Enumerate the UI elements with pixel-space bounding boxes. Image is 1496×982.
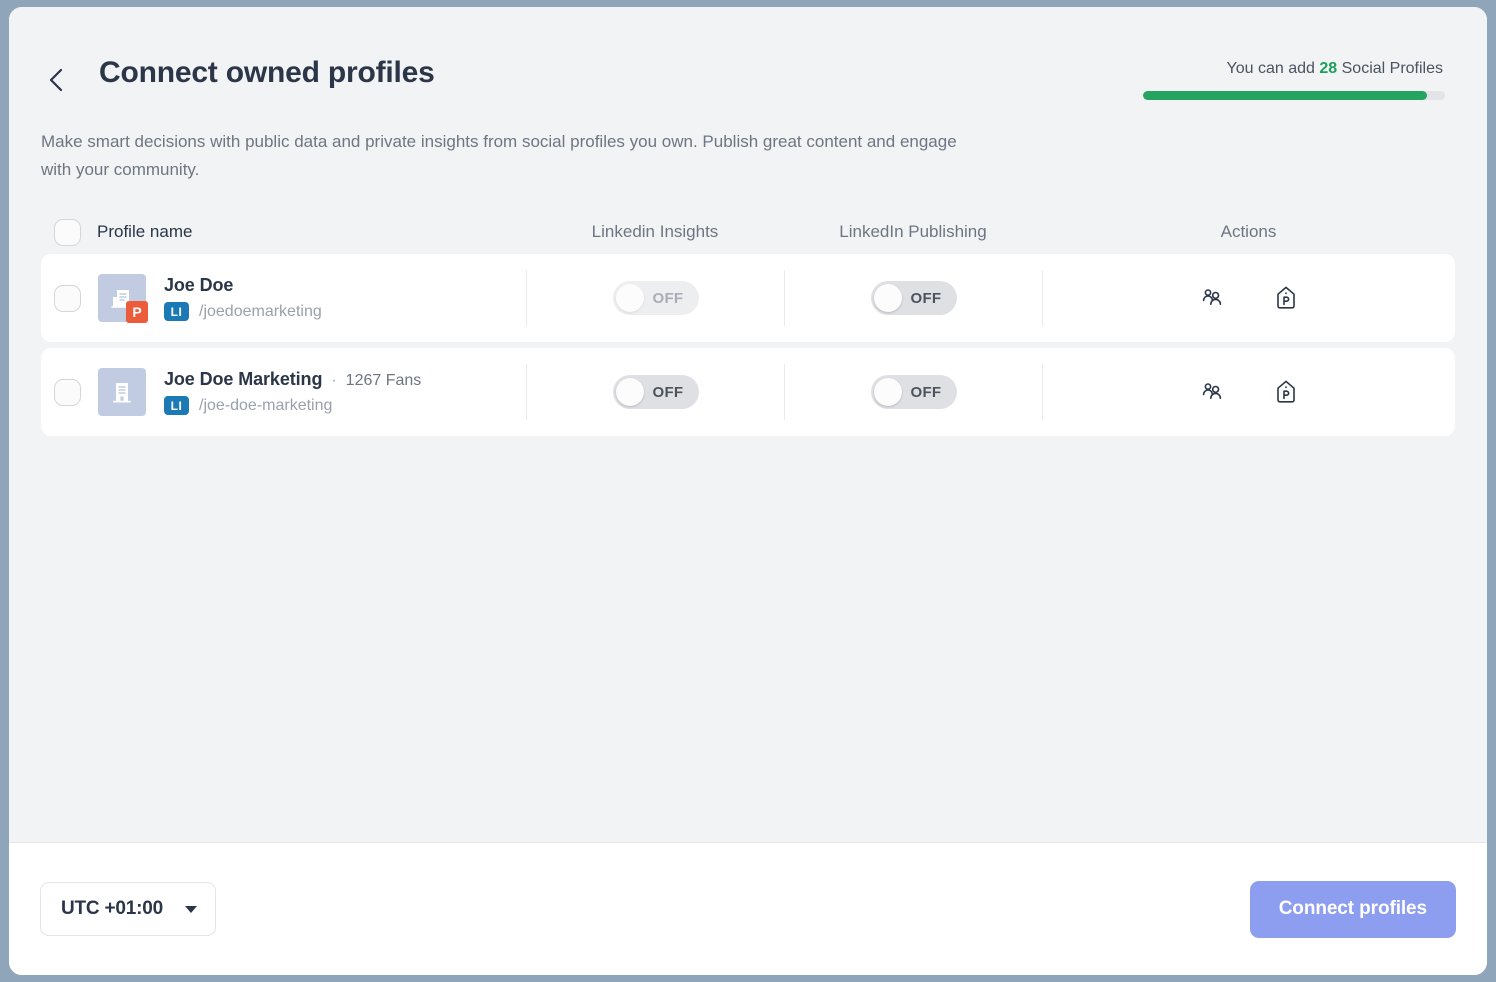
publishing-toggle[interactable]: OFF	[871, 375, 957, 409]
column-header-profile-name: Profile name	[97, 222, 192, 242]
connect-profiles-button[interactable]: Connect profiles	[1250, 881, 1456, 938]
profile-handle: /joe-doe-marketing	[199, 397, 332, 415]
insights-cell: OFF	[526, 270, 784, 326]
footer-bar: UTC +01:00 Connect profiles	[9, 842, 1487, 975]
insights-toggle[interactable]: OFF	[613, 375, 699, 409]
profiles-table: Profile name Linkedin Insights LinkedIn …	[41, 210, 1455, 436]
linkedin-badge-icon: LI	[164, 302, 189, 321]
people-icon[interactable]	[1197, 377, 1227, 407]
toggle-knob	[616, 284, 644, 312]
table-header-row: Profile name Linkedin Insights LinkedIn …	[41, 210, 1455, 254]
timezone-select[interactable]: UTC +01:00	[40, 882, 216, 936]
column-profile-name: Profile name	[54, 219, 526, 246]
toggle-state-label: OFF	[653, 384, 684, 401]
row-checkbox[interactable]	[54, 285, 81, 312]
profile-handle: /joedoemarketing	[199, 303, 322, 321]
actions-cell	[1042, 270, 1455, 326]
publishing-cell: OFF	[784, 270, 1042, 326]
quota-prefix: You can add	[1227, 60, 1320, 77]
quota-text: You can add 28 Social Profiles	[1143, 59, 1443, 79]
toggle-state-label: OFF	[911, 290, 942, 307]
profile-handle-line: LI /joedoemarketing	[164, 302, 322, 321]
row-checkbox[interactable]	[54, 379, 81, 406]
publishing-cell: OFF	[784, 364, 1042, 420]
avatar	[98, 368, 146, 416]
profile-name: Joe Doe	[164, 275, 233, 296]
toggle-state-label: OFF	[653, 290, 684, 307]
profile-meta: Joe Doe Marketing · 1267 Fans LI /joe-do…	[164, 369, 421, 415]
avatar-badge-p: P	[126, 301, 148, 323]
profile-name-line: Joe Doe Marketing · 1267 Fans	[164, 369, 421, 390]
quota-progress-bar	[1143, 91, 1445, 100]
building-icon	[110, 379, 134, 405]
quota-progress-fill	[1143, 91, 1427, 100]
dialog-window: Connect owned profiles You can add 28 So…	[8, 6, 1488, 976]
quota-number: 28	[1319, 60, 1337, 77]
column-header-insights: Linkedin Insights	[526, 222, 784, 242]
timezone-label: UTC +01:00	[61, 898, 163, 920]
profile-cell: P Joe Doe LI /joedoemarketing	[54, 274, 526, 322]
linkedin-badge-icon: LI	[164, 396, 189, 415]
profile-fans-count: 1267 Fans	[346, 372, 422, 390]
page-subtitle: Make smart decisions with public data an…	[41, 128, 991, 184]
tag-p-icon[interactable]	[1271, 283, 1301, 313]
publishing-toggle[interactable]: OFF	[871, 281, 957, 315]
page-title: Connect owned profiles	[99, 55, 435, 91]
main-panel: Connect owned profiles You can add 28 So…	[9, 7, 1487, 842]
column-header-publishing: LinkedIn Publishing	[784, 222, 1042, 242]
profile-meta: Joe Doe LI /joedoemarketing	[164, 275, 322, 321]
table-row[interactable]: P Joe Doe LI /joedoemarketing	[41, 254, 1455, 342]
profile-cell: Joe Doe Marketing · 1267 Fans LI /joe-do…	[54, 368, 526, 416]
insights-toggle[interactable]: OFF	[613, 281, 699, 315]
people-icon[interactable]	[1197, 283, 1227, 313]
toggle-knob	[616, 378, 644, 406]
tag-p-icon[interactable]	[1271, 377, 1301, 407]
quota-suffix: Social Profiles	[1337, 60, 1443, 77]
toggle-state-label: OFF	[911, 384, 942, 401]
profile-separator: ·	[331, 372, 336, 390]
toggle-knob	[874, 284, 902, 312]
actions-cell	[1042, 364, 1455, 420]
header: Connect owned profiles You can add 28 So…	[9, 7, 1487, 100]
avatar: P	[98, 274, 146, 322]
back-button[interactable]	[39, 63, 73, 97]
column-header-actions: Actions	[1042, 222, 1455, 242]
table-row[interactable]: Joe Doe Marketing · 1267 Fans LI /joe-do…	[41, 348, 1455, 436]
toggle-knob	[874, 378, 902, 406]
chevron-left-icon	[47, 67, 65, 93]
profile-handle-line: LI /joe-doe-marketing	[164, 396, 421, 415]
profile-name: Joe Doe Marketing	[164, 369, 322, 390]
profile-name-line: Joe Doe	[164, 275, 322, 296]
chevron-down-icon	[185, 906, 197, 913]
quota-widget: You can add 28 Social Profiles	[1143, 55, 1443, 100]
insights-cell: OFF	[526, 364, 784, 420]
select-all-checkbox[interactable]	[54, 219, 81, 246]
